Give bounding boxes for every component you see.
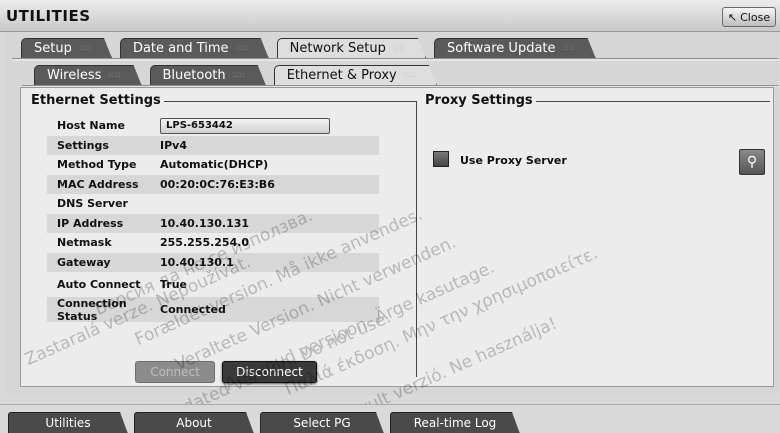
pointer-icon: ↖ <box>727 10 738 24</box>
tab-software-update[interactable]: Software Update ⁙⁙ <box>434 38 596 58</box>
ethernet-settings-title: Ethernet Settings <box>28 93 164 108</box>
tab-label: Software Update <box>446 41 556 56</box>
netmask-label: Netmask <box>57 236 112 250</box>
grip-icon: ⁙⁙ <box>561 43 575 54</box>
table-row: DNS Server <box>47 194 379 214</box>
connect-button[interactable]: Connect <box>135 361 215 383</box>
method-type-label: Method Type <box>57 158 137 172</box>
table-row: Connection Status Connected <box>47 296 379 323</box>
settings-label: Settings <box>57 138 109 152</box>
tab-date-and-time[interactable]: Date and Time ⁙⁙ <box>120 38 269 58</box>
tab-label: Bluetooth <box>162 68 226 83</box>
connection-status-label: Connection Status <box>57 296 127 323</box>
tab-wireless[interactable]: Wireless ⁙⁙ <box>34 65 142 85</box>
real-time-log-button[interactable]: Real-time Log <box>390 412 520 433</box>
tab-bluetooth[interactable]: Bluetooth ⁙⁙ <box>150 65 266 85</box>
tab-label: Ethernet & Proxy <box>286 68 397 83</box>
use-proxy-checkbox[interactable] <box>433 151 449 167</box>
search-icon: ⚲ <box>746 154 758 170</box>
table-row: MAC Address 00:20:0C:76:E3:B6 <box>47 174 379 194</box>
ethernet-proxy-content: Ethernet Settings Proxy Settings Host Na… <box>20 87 774 387</box>
grip-icon: ⁙⁙ <box>391 43 405 54</box>
title-bar: UTILITIES ↖ Close <box>0 0 780 32</box>
disconnect-button[interactable]: Disconnect <box>222 361 317 383</box>
about-button[interactable]: About <box>134 412 254 433</box>
ip-address-value: 10.40.130.131 <box>160 216 250 230</box>
host-name-field[interactable]: LPS-653442 <box>160 117 330 134</box>
table-row: Method Type Automatic(DHCP) <box>47 155 379 175</box>
tab-divider <box>12 58 778 61</box>
connection-status-value: Connected <box>160 303 226 316</box>
tab-network-setup[interactable]: Network Setup ⁙⁙ <box>277 38 426 58</box>
table-row: Auto Connect True <box>47 272 379 297</box>
grip-icon: ⁙⁙ <box>77 43 91 54</box>
table-row: Netmask 255.255.254.0 <box>47 233 379 253</box>
bottom-nav-bar: Utilities About Select PG Real-time Log <box>0 404 780 433</box>
gateway-label: Gateway <box>57 255 111 269</box>
grip-icon: ⁙⁙ <box>107 70 121 81</box>
settings-value: IPv4 <box>160 138 187 152</box>
ip-address-label: IP Address <box>57 216 124 230</box>
tab-ethernet-proxy[interactable]: Ethernet & Proxy ⁙⁙ <box>274 65 437 85</box>
dns-server-label: DNS Server <box>57 197 128 211</box>
host-name-label: Host Name <box>57 119 125 133</box>
table-row: IP Address 10.40.130.131 <box>47 213 379 233</box>
tab-label: Date and Time <box>132 41 229 56</box>
close-button[interactable]: ↖ Close <box>722 7 776 27</box>
tab-setup[interactable]: Setup ⁙⁙ <box>21 38 112 58</box>
grip-icon: ⁙⁙ <box>402 70 416 81</box>
window-title: UTILITIES <box>6 7 91 25</box>
auto-connect-label: Auto Connect <box>57 278 141 291</box>
proxy-settings-title: Proxy Settings <box>422 93 536 108</box>
proxy-search-button[interactable]: ⚲ <box>739 149 765 175</box>
table-row: Gateway 10.40.130.1 <box>47 252 379 272</box>
use-proxy-label: Use Proxy Server <box>460 154 567 167</box>
method-type-value: Automatic(DHCP) <box>160 158 269 172</box>
sub-tab-bar: Wireless ⁙⁙ Bluetooth ⁙⁙ Ethernet & Proxy ⁙… <box>34 65 445 85</box>
main-tab-bar: Setup ⁙⁙ Date and Time ⁙⁙ Network Setup ⁙⁙ … <box>21 38 604 58</box>
grip-icon: ⁙⁙ <box>234 43 248 54</box>
gateway-value: 10.40.130.1 <box>160 255 234 269</box>
ethernet-settings-table: Host Name LPS-653442 Settings IPv4 Metho… <box>47 116 379 323</box>
main-panel: Setup ⁙⁙ Date and Time ⁙⁙ Network Setup ⁙⁙ … <box>6 33 778 395</box>
close-label: Close <box>740 10 771 24</box>
tab-label: Network Setup <box>289 41 386 56</box>
table-row: Settings IPv4 <box>47 135 379 155</box>
auto-connect-value: True <box>160 278 188 291</box>
tab-label: Wireless <box>47 68 102 83</box>
group-separator <box>416 101 417 377</box>
mac-address-label: MAC Address <box>57 177 139 191</box>
select-pg-button[interactable]: Select PG <box>260 412 384 433</box>
netmask-value: 255.255.254.0 <box>160 236 250 250</box>
mac-address-value: 00:20:0C:76:E3:B6 <box>160 177 275 191</box>
utilities-button[interactable]: Utilities <box>8 412 128 433</box>
tab-label: Setup <box>34 41 72 56</box>
table-row: Host Name LPS-653442 <box>47 116 379 136</box>
grip-icon: ⁙⁙ <box>231 70 245 81</box>
